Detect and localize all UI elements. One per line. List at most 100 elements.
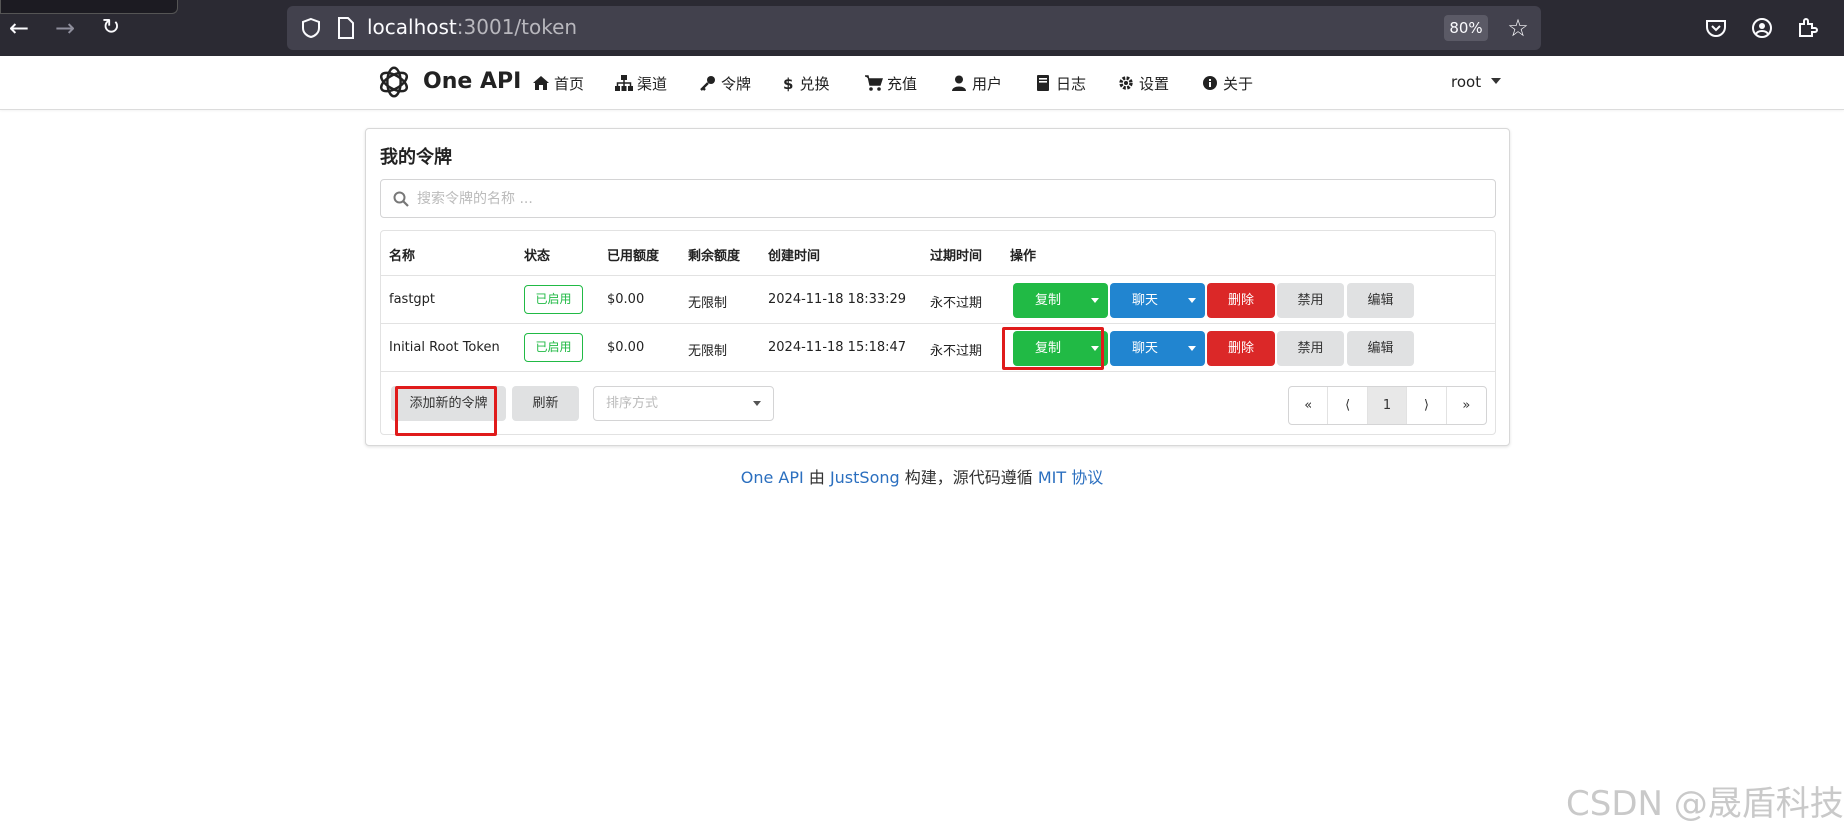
extensions-icon[interactable] [1794, 14, 1822, 42]
copy-button[interactable]: 复制 [1013, 283, 1108, 318]
nav-users[interactable]: 用户 [950, 73, 1002, 94]
footer-text: 构建，源代码遵循 [899, 468, 1038, 487]
caret-down-icon [753, 401, 761, 406]
dropdown-arrow-icon[interactable] [1083, 331, 1108, 366]
disable-button[interactable]: 禁用 [1277, 331, 1344, 366]
page-icon [338, 17, 354, 39]
nav-label: 用户 [972, 75, 1003, 93]
sort-dropdown[interactable]: 排序方式 [593, 386, 774, 421]
nav-label: 日志 [1056, 75, 1087, 93]
user-dropdown[interactable]: root [1451, 73, 1502, 91]
nav-logs[interactable]: 日志 [1034, 73, 1086, 94]
table-row: fastgpt 已启用 $0.00 无限制 2024-11-18 18:33:2… [381, 277, 1495, 324]
tooltip [0, 0, 178, 14]
chat-label: 聊天 [1131, 341, 1158, 356]
refresh-button[interactable]: 刷新 [512, 386, 579, 421]
remaining-quota: 无限制 [688, 344, 728, 359]
edit-button[interactable]: 编辑 [1347, 331, 1414, 366]
shield-icon [302, 17, 320, 39]
openai-logo-icon[interactable] [375, 63, 413, 101]
disable-button[interactable]: 禁用 [1277, 283, 1344, 318]
nav-label: 兑换 [799, 75, 830, 93]
reload-icon[interactable]: ↻ [96, 13, 126, 43]
column-header-remaining[interactable]: 剩余额度 [688, 245, 740, 264]
nav-channels[interactable]: 渠道 [615, 73, 667, 94]
account-icon[interactable] [1748, 14, 1776, 42]
nav-redeem[interactable]: $ 兑换 [783, 73, 829, 94]
chat-label: 聊天 [1131, 293, 1158, 308]
home-icon [533, 76, 549, 90]
copy-label: 复制 [1034, 293, 1061, 308]
prev-page-button[interactable]: ⟨ [1328, 387, 1368, 424]
nav-topup[interactable]: 充值 [865, 73, 917, 94]
pocket-icon[interactable] [1702, 14, 1730, 42]
nav-label: 关于 [1223, 75, 1254, 93]
page-1-button[interactable]: 1 [1367, 387, 1408, 424]
dropdown-arrow-icon[interactable] [1180, 283, 1205, 318]
url-path: :3001/token [456, 15, 578, 39]
used-quota: $0.00 [607, 292, 645, 307]
next-page-button[interactable]: ⟩ [1407, 387, 1447, 424]
first-page-button[interactable]: « [1289, 387, 1329, 424]
column-header-expires[interactable]: 过期时间 [930, 245, 982, 264]
oneapi-link[interactable]: One API [741, 468, 804, 487]
dropdown-arrow-icon[interactable] [1180, 331, 1205, 366]
column-header-created[interactable]: 创建时间 [768, 245, 820, 264]
used-quota: $0.00 [607, 340, 645, 355]
nav-settings[interactable]: 设置 [1117, 73, 1169, 94]
justsong-link[interactable]: JustSong [830, 468, 900, 487]
add-token-button[interactable]: 添加新的令牌 [391, 386, 506, 421]
created-time: 2024-11-18 18:33:29 [768, 292, 907, 307]
user-icon [952, 75, 966, 91]
nav-home[interactable]: 首页 [532, 73, 584, 94]
sort-placeholder: 排序方式 [606, 396, 659, 411]
key-icon [700, 76, 715, 91]
status-badge: 已启用 [524, 333, 583, 362]
token-name: Initial Root Token [389, 340, 500, 355]
browser-toolbar: ← → ↻ localhost:3001/token 80% ☆ [0, 0, 1844, 56]
nav-tokens[interactable]: 令牌 [699, 73, 751, 94]
app-header: One API 首页 渠道 令牌 $ 兑换 充值 用户 日志 设置 关于 root [0, 56, 1844, 110]
search-box[interactable] [380, 179, 1496, 218]
expire-time: 永不过期 [930, 344, 983, 359]
copy-label: 复制 [1034, 341, 1061, 356]
mit-license-link[interactable]: MIT 协议 [1038, 468, 1103, 487]
nav-about[interactable]: 关于 [1201, 73, 1253, 94]
nav-label: 首页 [554, 75, 585, 93]
table-header: 名称 状态 已用额度 剩余额度 创建时间 过期时间 操作 [381, 231, 1495, 276]
search-input[interactable] [417, 180, 1477, 217]
info-icon [1203, 76, 1217, 90]
copy-button[interactable]: 复制 [1013, 331, 1108, 366]
expire-time: 永不过期 [930, 296, 983, 311]
dollar-icon: $ [783, 75, 794, 93]
tokens-card: 我的令牌 名称 状态 已用额度 剩余额度 创建时间 过期时间 操作 fastgp… [365, 128, 1510, 446]
username: root [1451, 73, 1482, 91]
column-header-name[interactable]: 名称 [389, 245, 415, 264]
nav-label: 令牌 [721, 75, 752, 93]
status-badge: 已启用 [524, 285, 583, 314]
nav-label: 设置 [1139, 75, 1170, 93]
delete-button[interactable]: 删除 [1207, 331, 1275, 366]
sitemap-icon [615, 75, 633, 91]
nav-label: 充值 [887, 75, 918, 93]
edit-button[interactable]: 编辑 [1347, 283, 1414, 318]
chat-button[interactable]: 聊天 [1110, 331, 1205, 366]
bookmark-star-icon[interactable]: ☆ [1504, 14, 1532, 42]
forward-icon[interactable]: → [50, 13, 80, 43]
back-icon[interactable]: ← [4, 13, 34, 43]
dropdown-arrow-icon[interactable] [1083, 283, 1108, 318]
delete-button[interactable]: 删除 [1207, 283, 1275, 318]
brand-name[interactable]: One API [423, 69, 521, 94]
remaining-quota: 无限制 [688, 296, 728, 311]
last-page-button[interactable]: » [1447, 387, 1486, 424]
column-header-used[interactable]: 已用额度 [607, 245, 659, 264]
chat-button[interactable]: 聊天 [1110, 283, 1205, 318]
nav-label: 渠道 [637, 75, 668, 93]
caret-down-icon [1491, 78, 1502, 84]
zoom-indicator[interactable]: 80% [1444, 15, 1488, 41]
site-footer: One API 由 JustSong 构建，源代码遵循 MIT 协议 [0, 464, 1844, 488]
column-header-actions: 操作 [1010, 249, 1037, 264]
book-icon [1037, 75, 1049, 91]
address-bar[interactable]: localhost:3001/token 80% ☆ [287, 6, 1541, 50]
column-header-status[interactable]: 状态 [524, 245, 550, 264]
